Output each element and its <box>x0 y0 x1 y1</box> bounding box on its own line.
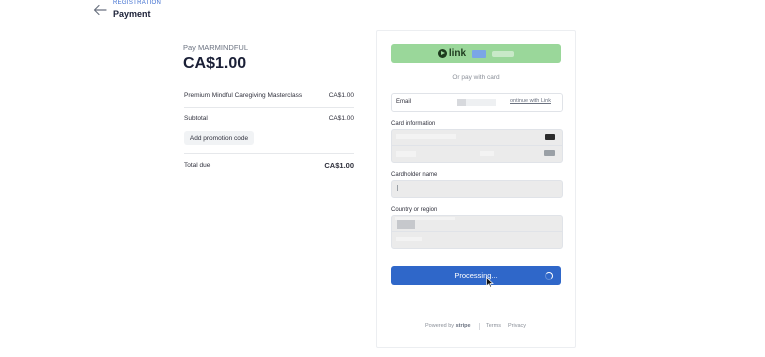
total-amount: CA$1.00 <box>183 55 247 72</box>
cvc-icon <box>544 150 555 156</box>
or-pay-with-card: Or pay with card <box>452 74 500 81</box>
terms-link[interactable]: Terms <box>486 323 501 329</box>
cardholder-name-field[interactable] <box>391 180 563 198</box>
divider <box>184 153 354 154</box>
stripe-logo: stripe <box>455 323 471 329</box>
add-promotion-code-button[interactable]: Add promotion code <box>184 131 254 145</box>
divider <box>391 231 563 232</box>
country-select[interactable] <box>391 215 563 249</box>
redacted-card <box>492 50 515 57</box>
line-item-price: CA$1.00 <box>328 92 354 99</box>
subtotal-label: Subtotal <box>184 115 208 122</box>
redacted-cvc <box>480 151 494 156</box>
credit-card-icon <box>545 134 555 140</box>
powered-by-text: Powered by <box>425 323 455 329</box>
page-title: Payment <box>113 9 151 19</box>
link-logo-text: link <box>448 48 467 59</box>
continue-with-link[interactable]: ontinue with Link <box>510 98 551 104</box>
privacy-link[interactable]: Privacy <box>508 323 526 329</box>
redacted-expiry <box>396 151 416 157</box>
powered-by-label: Powered by stripe <box>425 323 471 329</box>
redacted-country <box>397 220 415 229</box>
redacted-email <box>457 99 466 106</box>
back-arrow-icon[interactable] <box>93 4 107 16</box>
country-label: Country or region <box>391 207 438 213</box>
divider <box>184 107 354 108</box>
cardholder-name-label: Cardholder name <box>391 172 438 178</box>
mouse-cursor-icon <box>486 277 494 288</box>
total-due-value: CA$1.00 <box>324 161 354 170</box>
loading-spinner-icon <box>545 272 553 280</box>
link-play-icon <box>437 49 447 58</box>
text-caret <box>397 185 398 191</box>
redacted-email <box>466 99 496 106</box>
card-icon <box>472 49 487 58</box>
pay-button[interactable]: Processing... <box>391 266 561 285</box>
total-due-label: Total due <box>184 162 211 169</box>
link-pay-button[interactable]: link <box>391 44 561 63</box>
email-label: Email <box>396 99 412 105</box>
subtotal-value: CA$1.00 <box>328 115 354 122</box>
card-information-label: Card information <box>391 121 436 127</box>
breadcrumb[interactable]: REGISTRATION <box>113 0 161 6</box>
redacted-postal <box>396 237 422 241</box>
divider <box>391 145 563 146</box>
link-logo: link <box>437 48 467 59</box>
line-item-name: Premium Mindful Caregiving Masterclass <box>184 92 303 99</box>
divider <box>479 323 480 330</box>
merchant-label: Pay MARMINDFUL <box>183 43 249 52</box>
redacted-card-number <box>396 134 456 139</box>
